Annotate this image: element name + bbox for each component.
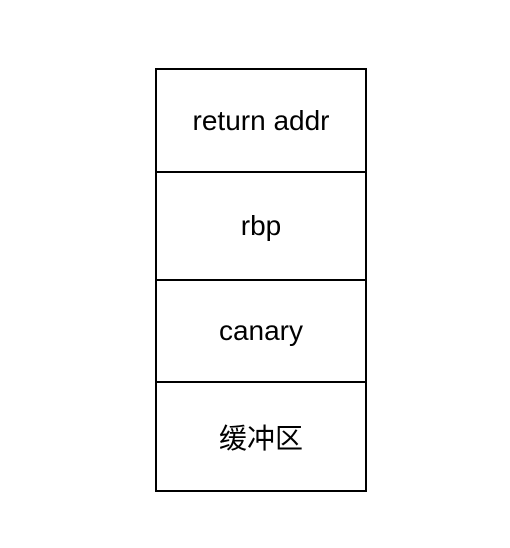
stack-frame-diagram: return addr rbp canary 缓冲区 [155, 68, 367, 492]
stack-cell-canary: canary [157, 281, 365, 383]
stack-cell-label: return addr [192, 104, 330, 136]
stack-cell-label: 缓冲区 [218, 421, 303, 455]
stack-cell-rbp: rbp [157, 173, 365, 281]
stack-cell-return-addr: return addr [157, 70, 365, 173]
stack-cell-label: canary [218, 315, 304, 346]
stack-cell-buffer: 缓冲区 [157, 383, 365, 490]
stack-cell-label: rbp [240, 210, 282, 241]
